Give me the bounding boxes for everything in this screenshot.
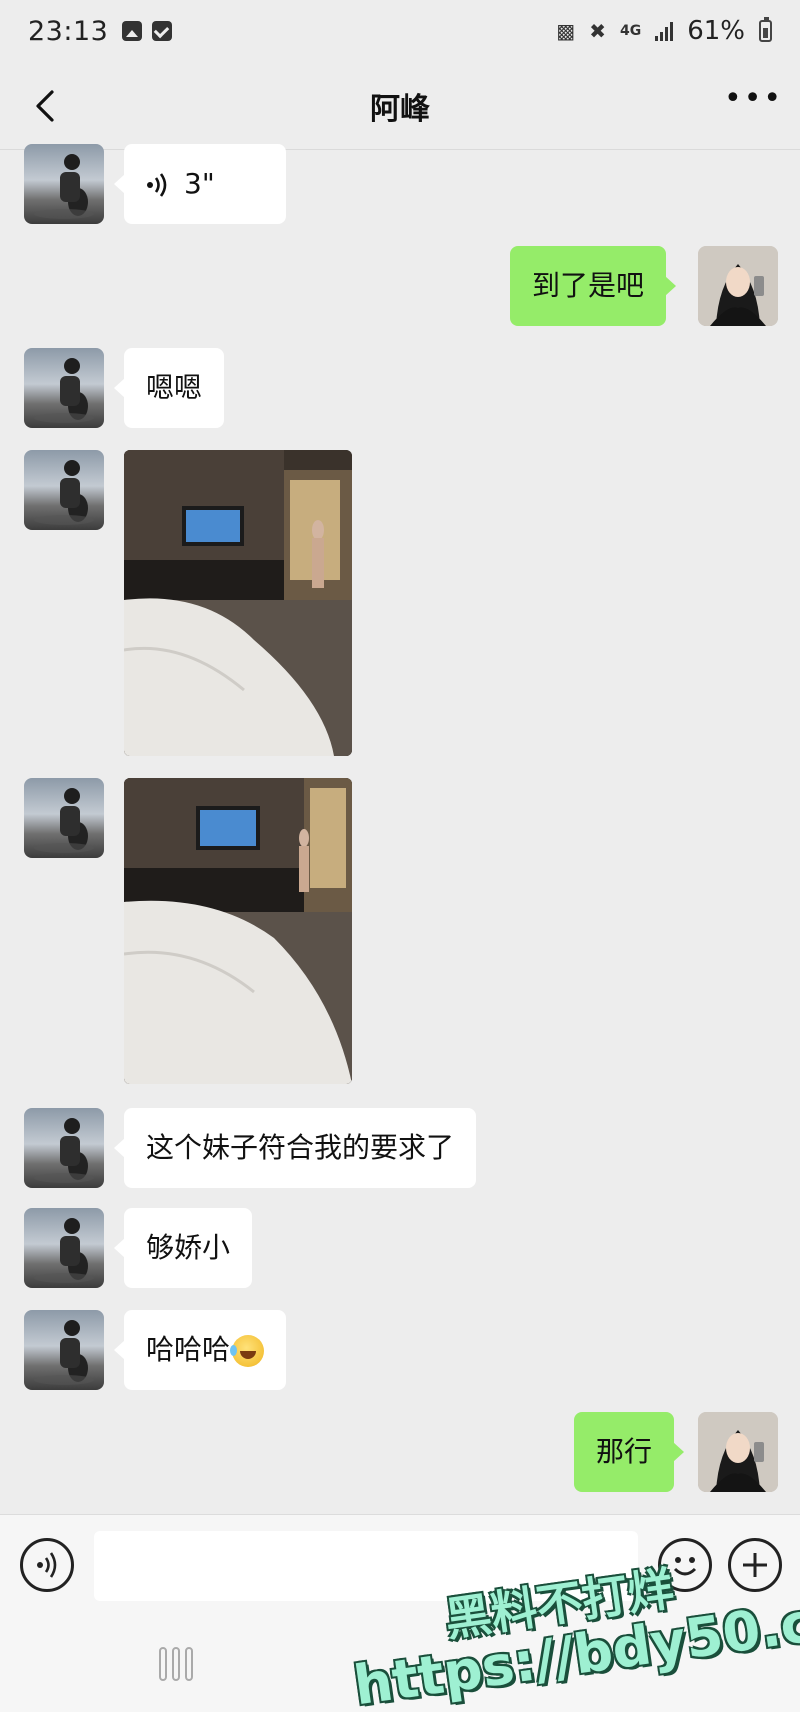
contact-avatar[interactable]	[24, 778, 104, 858]
network-type: 4G	[619, 23, 642, 39]
plus-icon	[743, 1553, 767, 1577]
more-options-button[interactable]: •••	[724, 84, 781, 124]
battery-percentage: 61%	[687, 16, 745, 46]
message-text: 哈哈哈	[146, 1333, 231, 1366]
message-text: 那行	[596, 1435, 653, 1468]
contact-avatar[interactable]	[24, 1310, 104, 1390]
chat-header: 阿峰 •••	[0, 62, 800, 150]
message-text: 够娇小	[146, 1231, 231, 1264]
my-avatar[interactable]	[698, 246, 778, 326]
contact-avatar[interactable]	[24, 1208, 104, 1288]
voice-message[interactable]: 3"	[114, 144, 286, 224]
recent-apps-button[interactable]	[156, 1644, 196, 1688]
contact-avatar[interactable]	[24, 144, 104, 224]
hotel-room-photo	[124, 778, 352, 1084]
hotel-room-photo	[124, 450, 352, 756]
input-bar	[0, 1514, 800, 1614]
contact-avatar[interactable]	[24, 348, 104, 428]
voice-wave-icon	[147, 173, 167, 197]
mute-icon: ✖	[589, 19, 606, 43]
message-text: 这个妹子符合我的要求了	[146, 1131, 455, 1164]
message-text: 嗯嗯	[146, 371, 203, 404]
gallery-notification-icon	[122, 21, 143, 41]
status-bar: 23:13 ▩ ✖ 4G 61%	[0, 0, 800, 62]
lock-icon: ▩	[556, 19, 576, 43]
message-text: 到了是吧	[532, 269, 645, 302]
voice-wave-icon	[37, 1552, 57, 1578]
sent-message[interactable]: 那行	[574, 1412, 685, 1492]
my-avatar[interactable]	[698, 1412, 778, 1492]
battery-icon	[759, 17, 772, 42]
voice-input-button[interactable]	[20, 1538, 74, 1592]
image-message[interactable]	[124, 778, 352, 1084]
image-message[interactable]	[124, 450, 352, 756]
received-message[interactable]: 哈哈哈	[113, 1310, 287, 1390]
received-message[interactable]: 这个妹子符合我的要求了	[113, 1108, 477, 1188]
checkbox-notification-icon	[152, 21, 173, 41]
laughing-tears-emoji	[230, 1335, 265, 1367]
contact-avatar[interactable]	[24, 1108, 104, 1188]
voice-duration: 3"	[184, 167, 215, 200]
recent-apps-icon	[159, 1647, 193, 1681]
contact-avatar[interactable]	[24, 450, 104, 530]
signal-icon	[655, 21, 674, 41]
status-time: 23:13	[28, 15, 109, 47]
received-message[interactable]: 嗯嗯	[113, 348, 225, 428]
sent-message[interactable]: 到了是吧	[510, 246, 677, 326]
more-dots-icon: •••	[724, 81, 784, 116]
received-message[interactable]: 够娇小	[113, 1208, 253, 1288]
chat-title: 阿峰	[370, 92, 430, 127]
more-functions-button[interactable]	[728, 1538, 782, 1592]
